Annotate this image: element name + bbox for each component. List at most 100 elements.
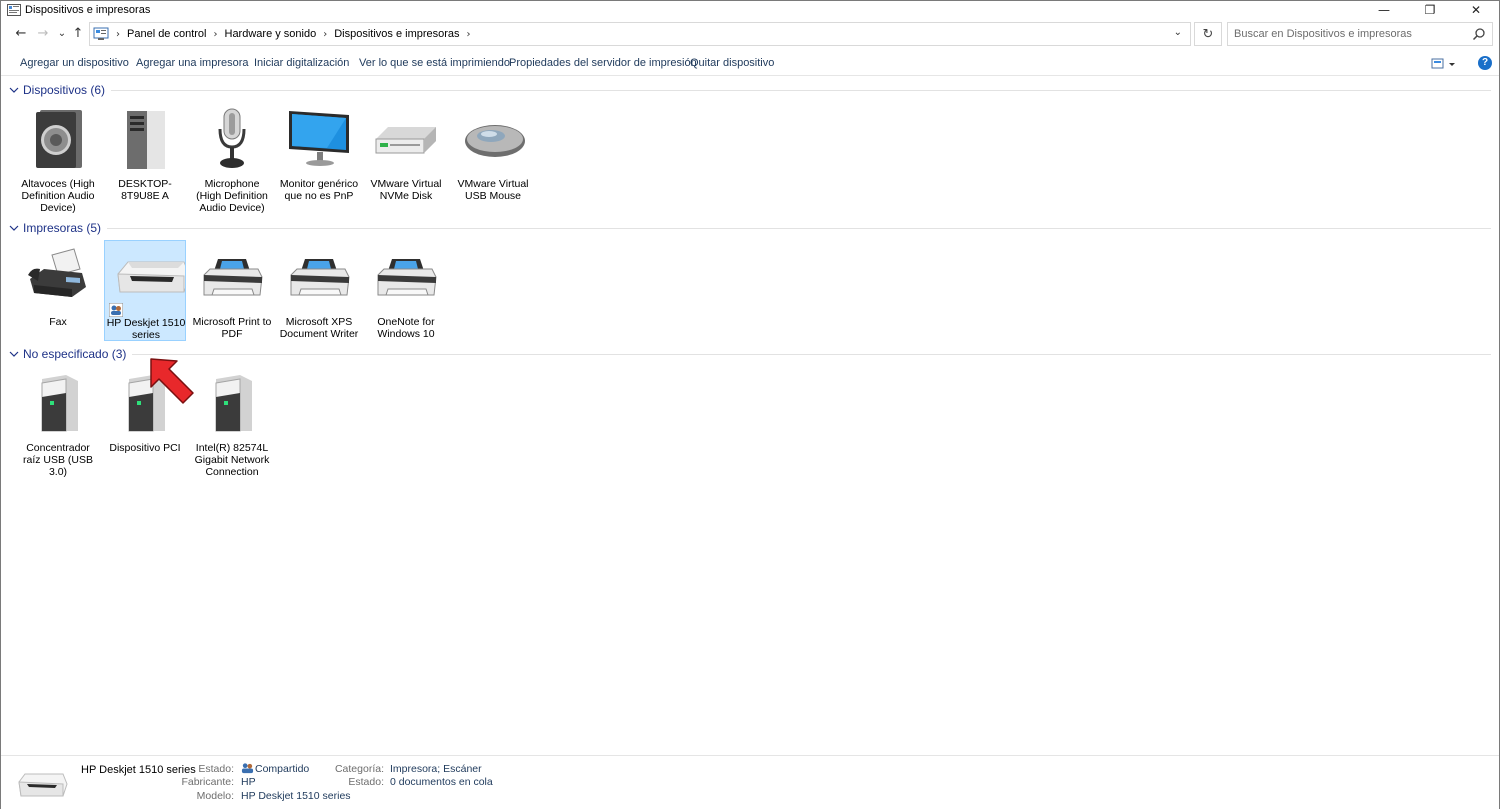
restore-button[interactable]: ❐ <box>1407 1 1453 19</box>
recent-locations-button[interactable]: ⌄ <box>54 24 70 42</box>
address-dropdown-icon[interactable]: ⌄ <box>1174 27 1182 38</box>
chevron-down-icon[interactable] <box>9 85 19 95</box>
breadcrumb-separator[interactable]: › <box>116 29 120 40</box>
shared-icon <box>109 303 123 317</box>
breadcrumb-hardware-y-sonido[interactable]: Hardware y sonido <box>225 28 317 40</box>
computer-icon <box>127 111 165 169</box>
device-tile-altavoces[interactable]: Altavoces (High Definition Audio Device) <box>17 102 99 214</box>
printer-tile-fax[interactable]: Fax <box>17 240 99 341</box>
device-label: Intel(R) 82574L Gigabit Network Connecti… <box>194 442 270 478</box>
control-panel-icon <box>93 27 109 40</box>
group-header-dispositivos[interactable]: Dispositivos (6) <box>1 80 1499 100</box>
window-title: Dispositivos e impresoras <box>25 4 151 16</box>
window-controls: — ❐ ✕ <box>1361 1 1499 19</box>
printer-tile-print-to-pdf[interactable]: Microsoft Print to PDF <box>191 240 273 341</box>
group-title: Dispositivos (6) <box>23 83 106 97</box>
close-button[interactable]: ✕ <box>1453 1 1499 19</box>
estado-cola-label: Estado: <box>348 776 384 788</box>
command-bar: Agregar un dispositivo Agregar una impre… <box>1 51 1499 76</box>
fax-icon <box>28 248 86 297</box>
modelo-label: Modelo: <box>196 790 234 802</box>
chevron-down-icon[interactable] <box>9 349 19 359</box>
search-icon[interactable] <box>1472 27 1486 41</box>
device-label: VMware Virtual NVMe Disk <box>370 178 442 202</box>
fabricante-value: HP <box>241 776 256 788</box>
printer-tile-xps-writer[interactable]: Microsoft XPS Document Writer <box>278 240 360 341</box>
device-tile-nvme-disk[interactable]: VMware Virtual NVMe Disk <box>365 102 447 203</box>
printer-tile-onenote[interactable]: OneNote for Windows 10 <box>365 240 447 341</box>
see-whats-printing-button[interactable]: Ver lo que se está imprimiendo <box>359 57 510 69</box>
speaker-icon <box>36 110 82 168</box>
hp-printer-icon <box>18 773 68 797</box>
up-button[interactable]: ↑ <box>70 24 86 42</box>
estado-cola-value: 0 documentos en cola <box>390 776 493 788</box>
print-server-properties-button[interactable]: Propiedades del servidor de impresión <box>509 57 697 69</box>
microphone-icon <box>218 108 246 168</box>
group-title: Impresoras (5) <box>23 221 102 235</box>
shared-icon <box>241 763 254 774</box>
modelo-value: HP Deskjet 1510 series <box>241 790 351 802</box>
refresh-button[interactable]: ↻ <box>1194 22 1222 46</box>
printer-tile-hp-deskjet-1510[interactable]: HP Deskjet 1510 series <box>104 240 186 341</box>
breadcrumb-panel-de-control[interactable]: Panel de control <box>127 28 207 40</box>
devices-printers-app-icon <box>7 4 21 16</box>
mouse-icon <box>465 125 525 157</box>
hp-printer-icon <box>117 261 185 293</box>
estado-label: Estado: <box>198 763 234 775</box>
start-scan-button[interactable]: Iniciar digitalización <box>254 57 349 69</box>
group-title: No especificado (3) <box>23 347 127 361</box>
device-label: DESKTOP-8T9U8E A <box>118 178 172 202</box>
add-printer-button[interactable]: Agregar una impresora <box>136 57 249 69</box>
fabricante-label: Fabricante: <box>181 776 234 788</box>
device-label: VMware Virtual USB Mouse <box>457 178 529 202</box>
printer-label: Microsoft XPS Document Writer <box>279 316 359 340</box>
help-icon[interactable]: ? <box>1478 56 1492 70</box>
annotation-arrow-icon <box>150 358 194 404</box>
back-button[interactable]: ← <box>13 24 29 42</box>
printer-label: OneNote for Windows 10 <box>377 316 435 340</box>
printer-label: Fax <box>49 316 67 328</box>
device-tile-desktop[interactable]: DESKTOP-8T9U8E A <box>104 102 186 203</box>
devices-printers-window: Dispositivos e impresoras — ❐ ✕ ← → ⌄ ↑ … <box>0 0 1500 809</box>
group-header-no-especificado[interactable]: No especificado (3) <box>1 344 1499 364</box>
categoria-value: Impresora; Escáner <box>390 763 482 775</box>
categoria-label: Categoría: <box>334 763 384 775</box>
device-tile-microphone[interactable]: Microphone (High Definition Audio Device… <box>191 102 273 214</box>
estado-value: Compartido <box>255 763 310 775</box>
device-tile-usb-mouse[interactable]: VMware Virtual USB Mouse <box>452 102 534 203</box>
remove-device-button[interactable]: Quitar dispositivo <box>690 57 774 69</box>
printer-icon <box>377 259 437 296</box>
group-divider <box>111 89 1491 91</box>
address-bar[interactable]: › Panel de control › Hardware y sonido ›… <box>89 22 1191 46</box>
monitor-icon <box>289 111 349 166</box>
printer-icon <box>290 259 350 296</box>
group-header-impresoras[interactable]: Impresoras (5) <box>1 218 1499 238</box>
device-label: Monitor genérico que no es PnP <box>279 178 359 202</box>
device-tile-monitor[interactable]: Monitor genérico que no es PnP <box>278 102 360 203</box>
search-input[interactable] <box>1234 28 1464 40</box>
change-view-icon[interactable] <box>1431 57 1457 71</box>
device-tower-icon <box>215 375 252 432</box>
breadcrumb-dispositivos-e-impresoras[interactable]: Dispositivos e impresoras <box>334 28 459 40</box>
device-tile-usb-root-hub[interactable]: Concentrador raíz USB (USB 3.0) <box>17 366 99 478</box>
chevron-down-icon[interactable] <box>9 223 19 233</box>
device-tower-icon <box>41 375 78 432</box>
disk-icon <box>375 127 436 154</box>
printer-label: Microsoft Print to PDF <box>192 316 272 340</box>
printer-icon <box>203 259 263 296</box>
device-label: Altavoces (High Definition Audio Device) <box>21 178 95 214</box>
navigation-bar: ← → ⌄ ↑ › Panel de control › Hardware y … <box>1 22 1499 46</box>
device-label: Microphone (High Definition Audio Device… <box>196 178 268 214</box>
add-device-button[interactable]: Agregar un dispositivo <box>20 57 129 69</box>
group-divider <box>107 227 1491 229</box>
forward-button[interactable]: → <box>35 24 51 42</box>
device-label: Concentrador raíz USB (USB 3.0) <box>22 442 93 478</box>
breadcrumb-separator[interactable]: › <box>214 29 218 40</box>
breadcrumb-separator[interactable]: › <box>323 29 327 40</box>
title-bar: Dispositivos e impresoras — ❐ ✕ <box>1 1 1499 19</box>
device-label: Dispositivo PCI <box>109 442 181 454</box>
minimize-button[interactable]: — <box>1361 1 1407 19</box>
details-pane: HP Deskjet 1510 series Estado: Compartid… <box>1 755 1499 809</box>
search-box[interactable] <box>1227 22 1493 46</box>
breadcrumb-separator[interactable]: › <box>467 29 471 40</box>
